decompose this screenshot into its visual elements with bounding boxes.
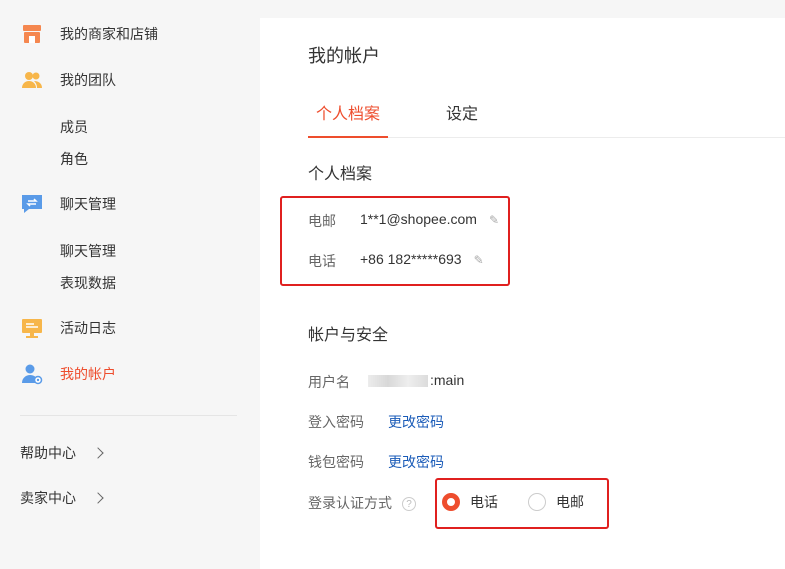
main-panel: 我的帐户 个人档案 设定 个人档案 电邮 1**1@shopee.com ✎ 电话… [260,18,785,569]
phone-row: +86 182*****693 ✎ [360,251,484,267]
auth-method-label: 登录认证方式 [308,495,392,511]
chat-icon [20,192,44,216]
sidebar-subitem-members[interactable]: 成员 [60,117,88,137]
help-icon[interactable]: ? [402,497,416,512]
page-title: 我的帐户 [308,46,380,66]
sidebar-subitem-performance[interactable]: 表现数据 [60,273,116,293]
help-center-label: 帮助中心 [20,445,76,461]
edit-phone-icon[interactable]: ✎ [474,253,484,267]
account-icon [20,362,44,386]
sidebar-item-label: 我的帐户 [60,366,116,382]
sidebar-item-shop[interactable]: 我的商家和店铺 [20,22,158,46]
auth-method-row: 登录认证方式? [308,493,416,513]
auth-radio-phone[interactable]: 电话 [442,492,498,512]
wallet-password-label: 钱包密码 [308,454,364,470]
tab-profile[interactable]: 个人档案 [316,100,380,124]
sidebar-item-my-account[interactable]: 我的帐户 [20,362,116,386]
seller-center-label: 卖家中心 [20,490,76,506]
username-label: 用户名 [308,374,350,390]
sidebar-item-label: 我的商家和店铺 [60,26,158,42]
email-label: 电邮 [308,213,336,229]
email-row: 1**1@shopee.com ✎ [360,211,499,227]
login-password-label: 登入密码 [308,414,364,430]
chevron-right-icon [92,447,104,459]
auth-option-phone-label: 电话 [470,494,498,510]
change-wallet-password-link[interactable]: 更改密码 [388,452,444,472]
sidebar-item-chat[interactable]: 聊天管理 [20,192,116,216]
phone-value: +86 182*****693 [360,251,462,267]
sidebar-subitem-roles[interactable]: 角色 [60,149,88,169]
sidebar-item-label: 活动日志 [60,320,116,336]
sidebar-item-label: 我的团队 [60,72,116,88]
tab-settings[interactable]: 设定 [446,100,478,124]
radio-unchecked-icon [528,493,546,511]
sidebar-item-team[interactable]: 我的团队 [20,68,116,92]
seller-center-link[interactable]: 卖家中心 [20,488,104,508]
change-login-password-link[interactable]: 更改密码 [388,412,444,432]
highlight-box-contact [280,196,510,286]
sidebar-subitem-chat-management[interactable]: 聊天管理 [60,241,116,261]
sidebar-divider [20,415,237,416]
team-icon [20,68,44,92]
auth-option-email-label: 电邮 [556,494,584,510]
tab-active-indicator [308,136,388,138]
sidebar-item-label: 聊天管理 [60,196,116,212]
redacted-username [368,375,428,388]
sidebar-item-activity-log[interactable]: 活动日志 [20,316,116,340]
shop-icon [20,22,44,46]
security-section-title: 帐户与安全 [308,327,389,344]
sidebar: 我的商家和店铺 我的团队 成员 角色 聊天管理 聊天管理 表现数据 活动日志 我… [0,0,260,569]
edit-email-icon[interactable]: ✎ [489,213,499,227]
chevron-right-icon [92,492,104,504]
username-value: :main [368,372,464,388]
activity-log-icon [20,316,44,340]
phone-label: 电话 [308,253,336,269]
auth-radio-email[interactable]: 电邮 [528,492,584,512]
radio-checked-icon [442,493,460,511]
help-center-link[interactable]: 帮助中心 [20,443,104,463]
username-suffix: :main [430,372,465,388]
email-value: 1**1@shopee.com [360,211,477,227]
profile-section-title: 个人档案 [308,166,373,183]
